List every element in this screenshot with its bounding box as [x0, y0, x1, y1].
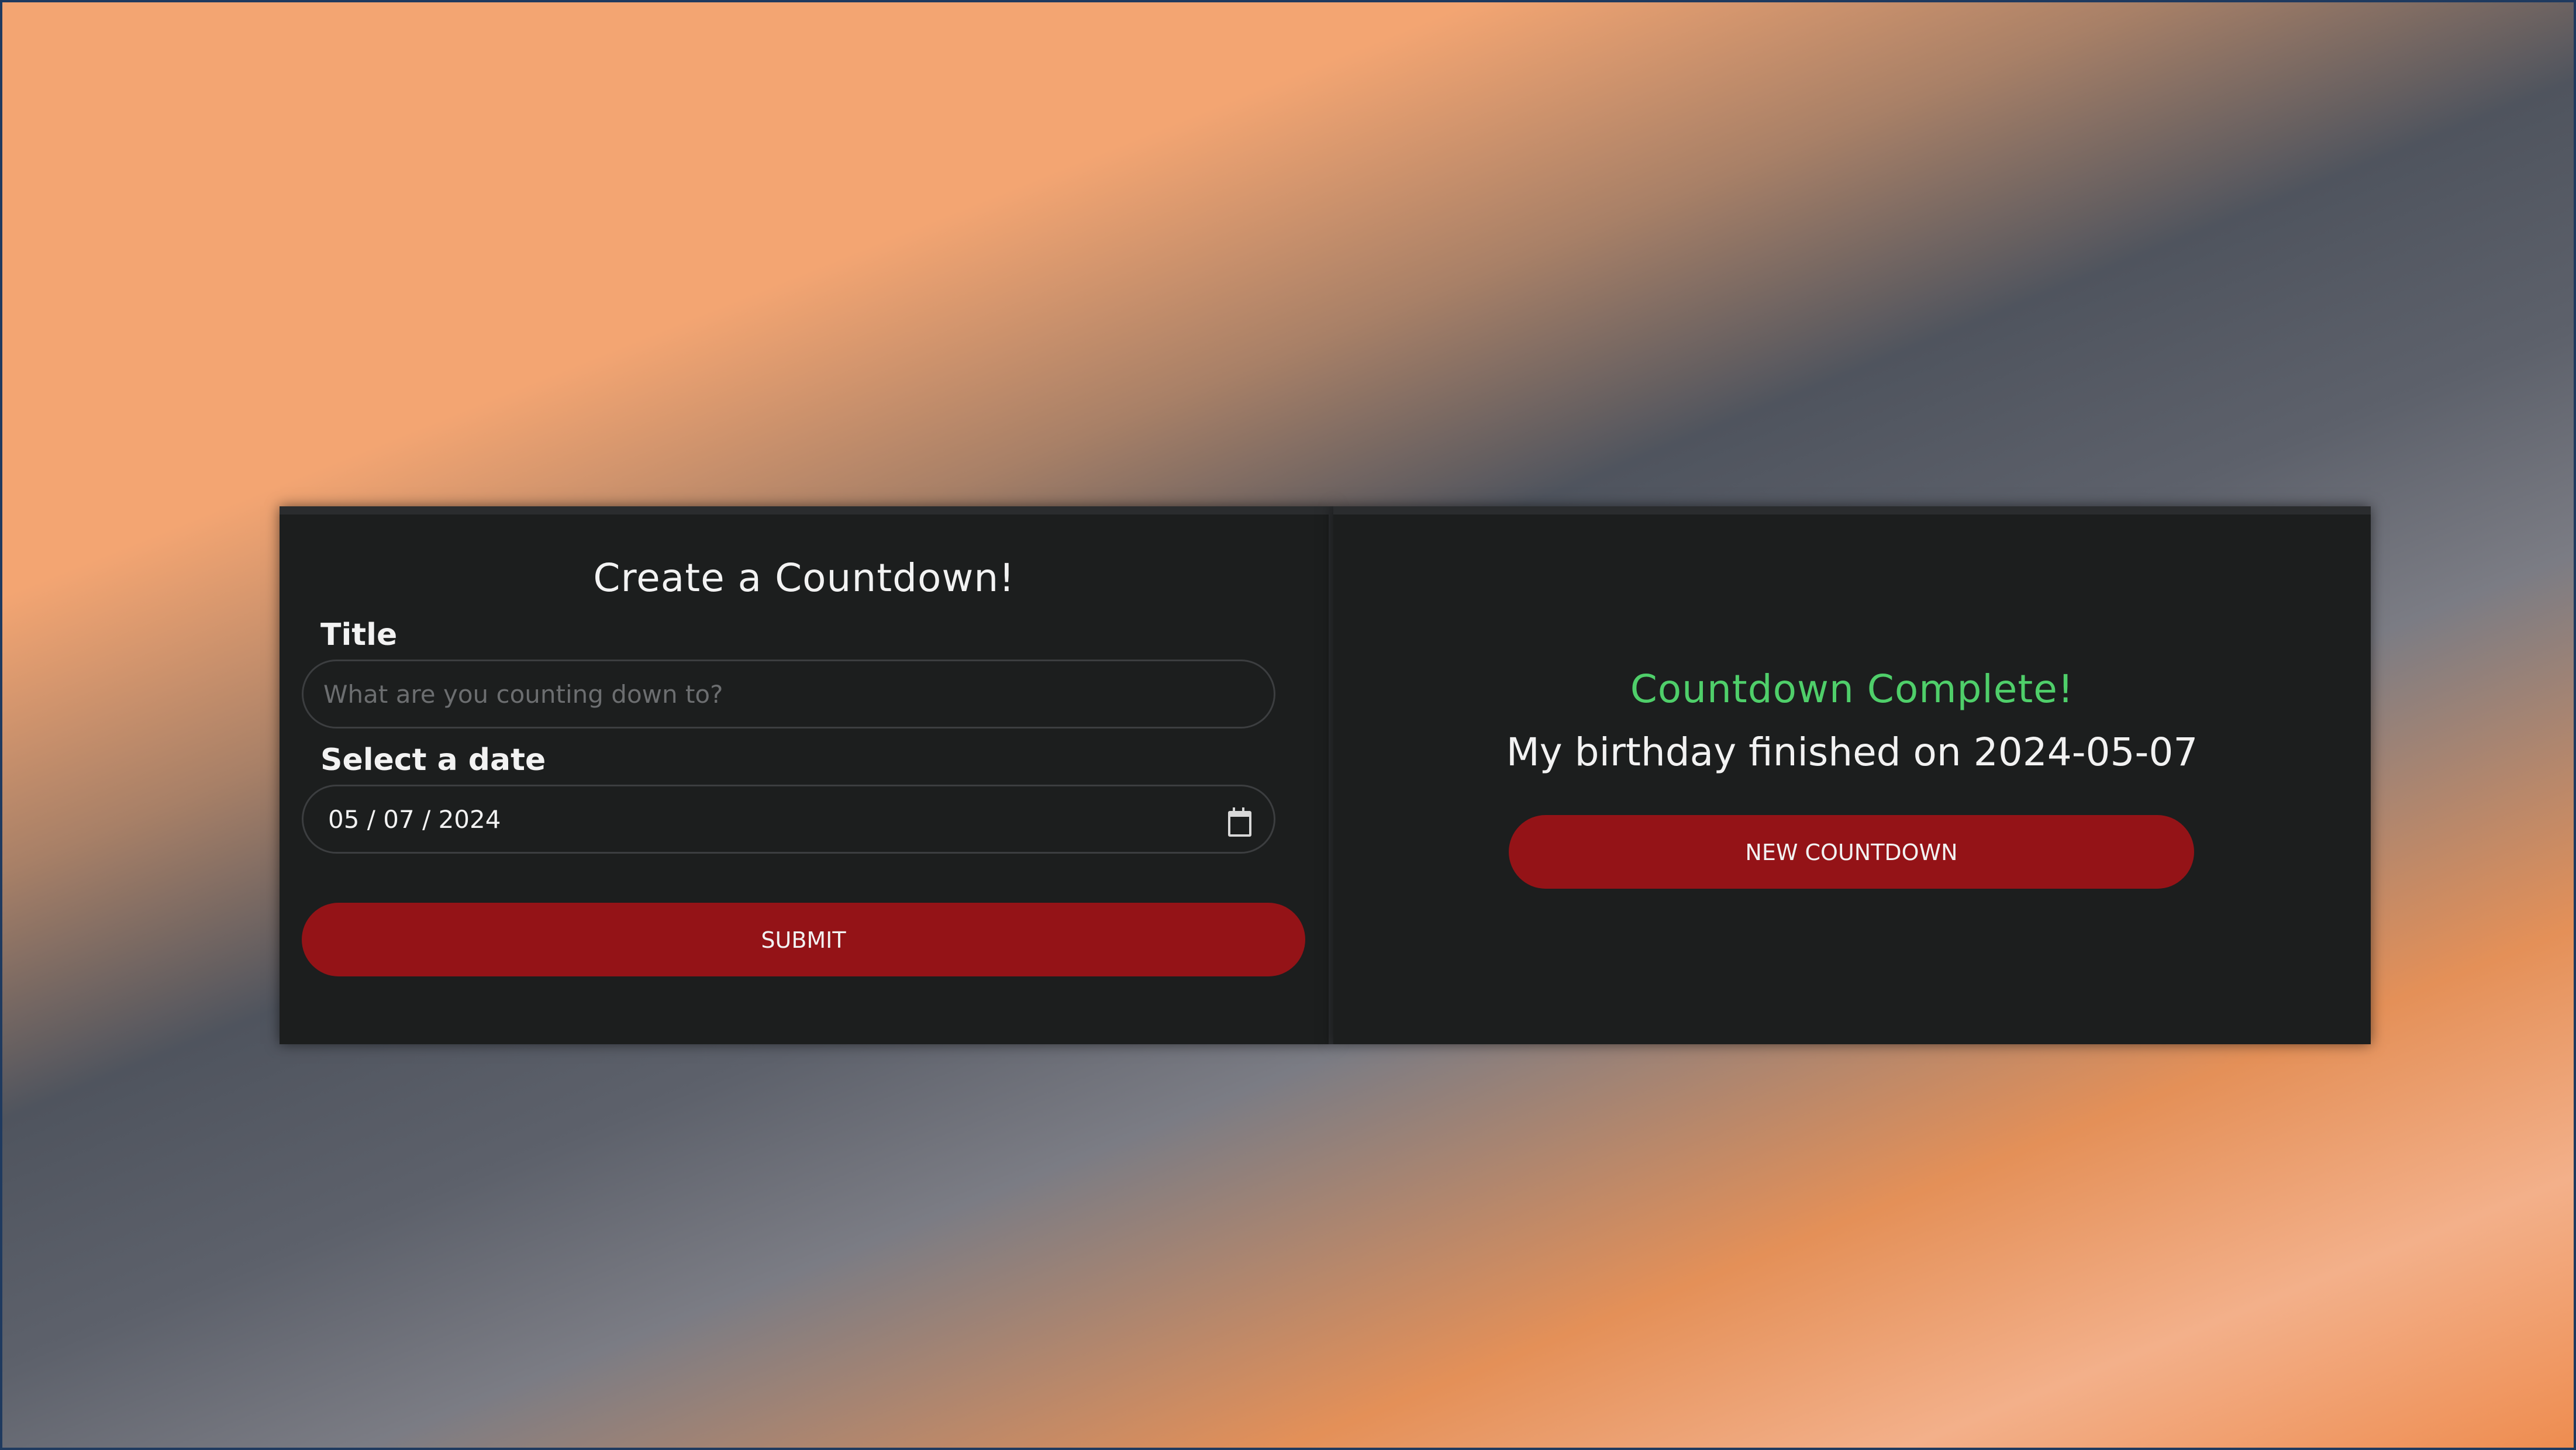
date-label: Select a date: [320, 743, 546, 778]
calendar-icon[interactable]: [1227, 807, 1251, 837]
countdown-result-panel: Countdown Complete! My birthday finished…: [1333, 506, 2371, 1044]
create-countdown-form: Create a Countdown! Title Select a date …: [280, 506, 1333, 1044]
title-label: Title: [320, 617, 398, 652]
date-value: 05 / 07 / 2024: [328, 805, 501, 834]
countdown-complete-heading: Countdown Complete!: [1630, 667, 2074, 712]
submit-button[interactable]: SUBMIT: [302, 903, 1305, 976]
countdown-finished-message: My birthday finished on 2024-05-07: [1506, 730, 2198, 775]
title-input[interactable]: [302, 660, 1275, 729]
date-input[interactable]: 05 / 07 / 2024: [302, 785, 1275, 854]
form-title: Create a Countdown!: [593, 555, 1015, 600]
new-countdown-button[interactable]: NEW COUNTDOWN: [1509, 815, 2194, 889]
